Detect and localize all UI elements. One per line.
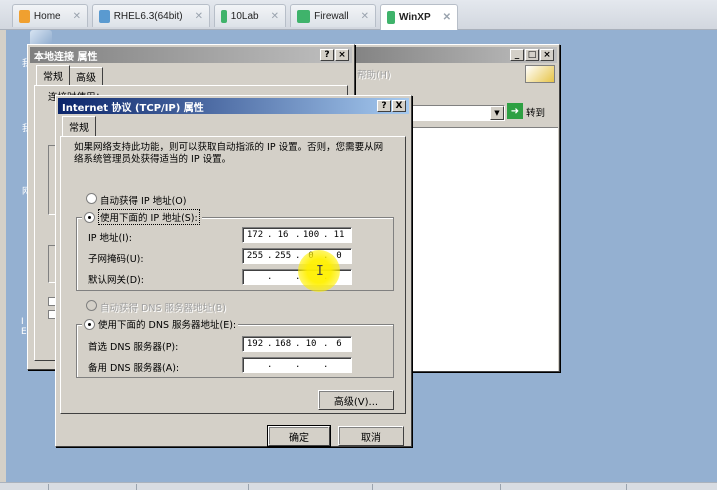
go-button-label[interactable]: 转到 — [526, 105, 545, 119]
alternate-dns-label: 备用 DNS 服务器(A): — [88, 363, 180, 374]
minimize-button[interactable]: _ — [510, 49, 524, 61]
close-icon[interactable]: ✕ — [361, 11, 369, 22]
tcpip-titlebar[interactable]: Internet 协议 (TCP/IP) 属性 ? X — [58, 98, 409, 114]
close-button[interactable]: × — [540, 49, 554, 61]
address-combo[interactable]: ▼ — [405, 105, 505, 121]
dialog-title: Internet 协议 (TCP/IP) 属性 — [62, 102, 204, 114]
alternate-dns-field[interactable]: . . . — [242, 357, 352, 373]
desktop-icon-label: E — [21, 327, 27, 337]
close-icon[interactable]: ✕ — [271, 11, 279, 22]
ip-address-field[interactable]: 172. 16. 100. 11 — [242, 227, 352, 243]
menu-help[interactable]: 帮助(H) — [357, 67, 391, 81]
manual-dns-label[interactable]: 使用下面的 DNS 服务器地址(E): — [98, 317, 236, 331]
vm-icon — [99, 9, 110, 23]
connection-titlebar[interactable]: 本地连接 属性 ? × — [30, 47, 352, 63]
auto-ip-label[interactable]: 自动获得 IP 地址(O) — [100, 193, 186, 207]
close-button[interactable]: × — [335, 49, 349, 61]
auto-dns-radio[interactable] — [86, 300, 97, 311]
host-tab-strip: Home ✕ RHEL6.3(64bit) ✕ 10Lab ✕ Firewall… — [0, 0, 717, 30]
connection-tabs: 常规 高级 — [36, 65, 103, 85]
host-tab-winxp[interactable]: WinXP ✕ — [380, 4, 458, 30]
tab-general[interactable]: 常规 — [36, 65, 70, 85]
home-icon — [19, 9, 30, 23]
host-tab-rhel[interactable]: RHEL6.3(64bit) ✕ — [92, 4, 210, 27]
host-status-bar — [0, 482, 717, 490]
manual-ip-label[interactable]: 使用下面的 IP 地址(S): — [98, 209, 200, 225]
cancel-button[interactable]: 取消 — [338, 426, 404, 446]
host-tab-home[interactable]: Home ✕ — [12, 4, 88, 27]
tcpip-properties-dialog[interactable]: Internet 协议 (TCP/IP) 属性 ? X 常规 如果网络支持此功能… — [55, 95, 412, 447]
host-tab-10lab[interactable]: 10Lab ✕ — [214, 4, 286, 27]
maximize-button[interactable]: □ — [525, 49, 539, 61]
help-button[interactable]: ? — [377, 100, 391, 112]
preferred-dns-label: 首选 DNS 服务器(P): — [88, 342, 179, 353]
manual-ip-option[interactable]: 使用下面的 IP 地址(S): — [82, 209, 202, 225]
chevron-down-icon[interactable]: ▼ — [490, 106, 504, 120]
help-button[interactable]: ? — [320, 49, 334, 61]
default-gateway-label: 默认网关(D): — [88, 275, 144, 286]
windows-logo-icon — [525, 65, 555, 83]
advanced-button[interactable]: 高级(V)... — [318, 390, 394, 410]
ok-button[interactable]: 确定 — [267, 425, 331, 447]
text-cursor-icon: I — [316, 264, 324, 279]
vm-icon — [221, 9, 227, 23]
vm-icon — [297, 9, 311, 23]
auto-dns-label[interactable]: 自动获得 DNS 服务器地址(B) — [100, 300, 226, 314]
explorer-titlebar[interactable]: _ □ × — [343, 47, 557, 63]
close-icon[interactable]: ✕ — [73, 11, 81, 22]
manual-ip-radio[interactable] — [84, 211, 95, 223]
tab-general[interactable]: 常规 — [62, 116, 96, 136]
close-icon[interactable]: ✕ — [443, 12, 451, 23]
auto-ip-radio[interactable] — [86, 193, 97, 204]
host-tab-firewall[interactable]: Firewall ✕ — [290, 4, 376, 27]
subnet-mask-label: 子网掩码(U): — [88, 254, 144, 265]
manual-dns-radio[interactable] — [84, 318, 95, 330]
vm-icon — [387, 11, 396, 24]
ip-address-label: IP 地址(I): — [88, 233, 132, 244]
desktop-icon-label: I — [21, 317, 24, 327]
tab-advanced[interactable]: 高级 — [69, 67, 103, 85]
close-button[interactable]: X — [392, 100, 406, 112]
description-text: 如果网络支持此功能，则可以获取自动指派的 IP 设置。否则，您需要从网络系统管理… — [74, 142, 384, 165]
go-arrow-icon[interactable]: ➜ — [507, 103, 523, 119]
close-icon[interactable]: ✕ — [195, 11, 203, 22]
preferred-dns-field[interactable]: 192. 168. 10. 6 — [242, 336, 352, 352]
manual-dns-option[interactable]: 使用下面的 DNS 服务器地址(E): — [82, 317, 239, 331]
tcpip-tabs: 常规 — [62, 116, 96, 136]
